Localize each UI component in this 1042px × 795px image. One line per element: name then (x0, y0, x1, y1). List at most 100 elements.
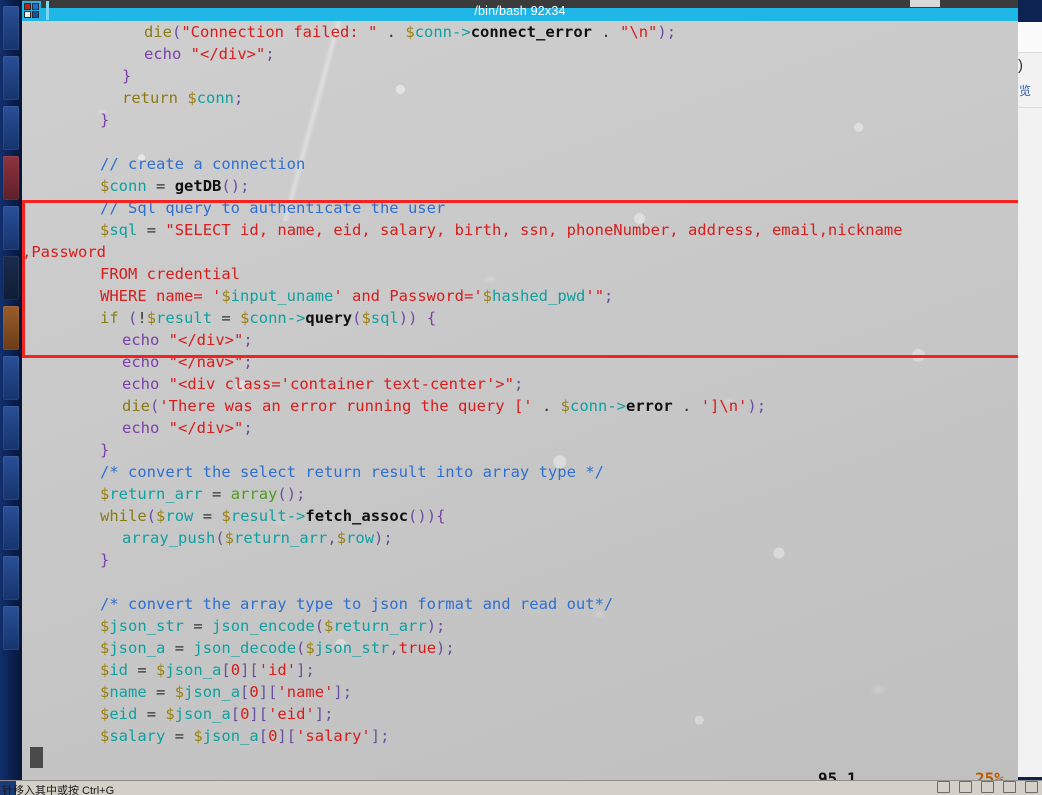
code-token: $ (100, 727, 110, 745)
taskbar-item[interactable] (3, 406, 19, 450)
terminal-canvas[interactable]: die("Connection failed: " . $conn->conne… (22, 21, 1018, 781)
code-token: ( (314, 617, 325, 635)
code-token: } (100, 111, 110, 129)
code-token: // create a connection (100, 155, 306, 173)
os-bottom-bar[interactable]: 针移入其中或按 Ctrl+G (0, 780, 1042, 795)
code-line: /* convert the array type to json format… (22, 593, 1018, 615)
tray-battery-icon[interactable] (1025, 781, 1038, 793)
code-token: ( (221, 177, 231, 195)
taskbar-item[interactable] (3, 556, 19, 600)
code-token: conn-> (414, 23, 471, 41)
background-window-toolbar (1016, 22, 1042, 53)
system-tray[interactable] (937, 781, 1038, 793)
taskbar-item[interactable] (3, 106, 19, 150)
code-token: // Sql query to authenticate the user (100, 199, 446, 217)
code-token: $ (405, 23, 415, 41)
tray-window-icon[interactable] (937, 781, 950, 793)
code-token: = (146, 705, 157, 723)
code-line: } (22, 109, 1018, 131)
code-token: ; (383, 529, 393, 547)
tray-network-icon[interactable] (981, 781, 994, 793)
code-token: echo (122, 331, 160, 349)
code-token: true (398, 639, 437, 657)
taskbar-item[interactable] (3, 6, 19, 50)
code-token: [ (221, 661, 231, 679)
code-token: ; (243, 331, 253, 349)
code-token: ' (211, 287, 222, 305)
code-token: ; (513, 375, 524, 393)
window-controls[interactable] (910, 0, 940, 7)
code-token: 'There was an error running the query [' (159, 397, 533, 415)
code-token: $ (100, 177, 110, 195)
background-window-sliver[interactable]: ) 览 (1015, 22, 1042, 777)
terminal-titlebar[interactable]: /bin/bash 92x34 (22, 0, 1018, 21)
code-token: "</div>" (168, 419, 244, 437)
code-token: ,Password (22, 243, 106, 261)
taskbar-item[interactable] (3, 506, 19, 550)
code-token: $ (100, 485, 110, 503)
code-line: array_push($return_arr,$row); (22, 527, 1018, 549)
code-token: $ (100, 705, 110, 723)
code-token: ( (150, 397, 160, 415)
taskbar-item[interactable] (3, 56, 19, 100)
code-line: WHERE name= '$input_uname' and Password=… (22, 285, 1018, 307)
code-token: } (100, 551, 110, 569)
taskbar-item[interactable] (3, 206, 19, 250)
code-text-area[interactable]: die("Connection failed: " . $conn->conne… (22, 21, 1018, 747)
code-token: salary (109, 727, 166, 745)
taskbar-item[interactable] (3, 156, 19, 200)
code-token: $ (361, 309, 371, 327)
code-token: echo (144, 45, 182, 63)
code-token: $ (100, 639, 110, 657)
code-token: row (346, 529, 375, 547)
code-line: die('There was an error running the quer… (22, 395, 1018, 417)
code-token: 0 (268, 727, 278, 745)
code-token: 'salary' (296, 727, 371, 745)
code-token: if (100, 309, 119, 327)
code-token: ) (657, 23, 667, 41)
code-token: ; (436, 617, 446, 635)
code-token: sql (370, 309, 399, 327)
taskbar-item[interactable] (3, 256, 19, 300)
code-line: $id = $json_a[0]['id']; (22, 659, 1018, 681)
code-token: ; (380, 727, 390, 745)
background-window-text: ) (1018, 57, 1023, 74)
app-grid-icon[interactable] (22, 1, 41, 20)
taskbar-item[interactable] (3, 306, 19, 350)
desktop-taskbar[interactable] (0, 0, 23, 781)
code-token: $ (224, 529, 235, 547)
code-token: "</div>" (190, 45, 266, 63)
code-line: } (22, 65, 1018, 87)
code-token: $ (221, 287, 231, 305)
code-token: json_decode (193, 639, 297, 657)
desktop-screen: ) 览 /bin/bash 92x34 die("Connection fail… (0, 0, 1042, 795)
taskbar-item[interactable] (3, 606, 19, 650)
terminal-window[interactable]: /bin/bash 92x34 die("Connection failed: … (22, 0, 1018, 781)
code-token: ] (249, 705, 259, 723)
code-token: , (327, 529, 337, 547)
taskbar-item[interactable] (3, 456, 19, 500)
code-line: $eid = $json_a[0]['eid']; (22, 703, 1018, 725)
code-token: $ (165, 705, 175, 723)
code-token: hashed_pwd (492, 287, 586, 305)
taskbar-item[interactable] (3, 356, 19, 400)
code-token: { (436, 507, 446, 525)
code-token: ; (265, 45, 275, 63)
tray-clock-icon[interactable] (1003, 781, 1016, 793)
code-line: $salary = $json_a[0]['salary']; (22, 725, 1018, 747)
code-token: ; (342, 683, 353, 701)
code-token: conn (196, 89, 235, 107)
tray-globe-icon[interactable] (959, 781, 972, 793)
code-token: FROM credential (100, 265, 240, 283)
code-line: $name = $json_a[0]['name']; (22, 681, 1018, 703)
